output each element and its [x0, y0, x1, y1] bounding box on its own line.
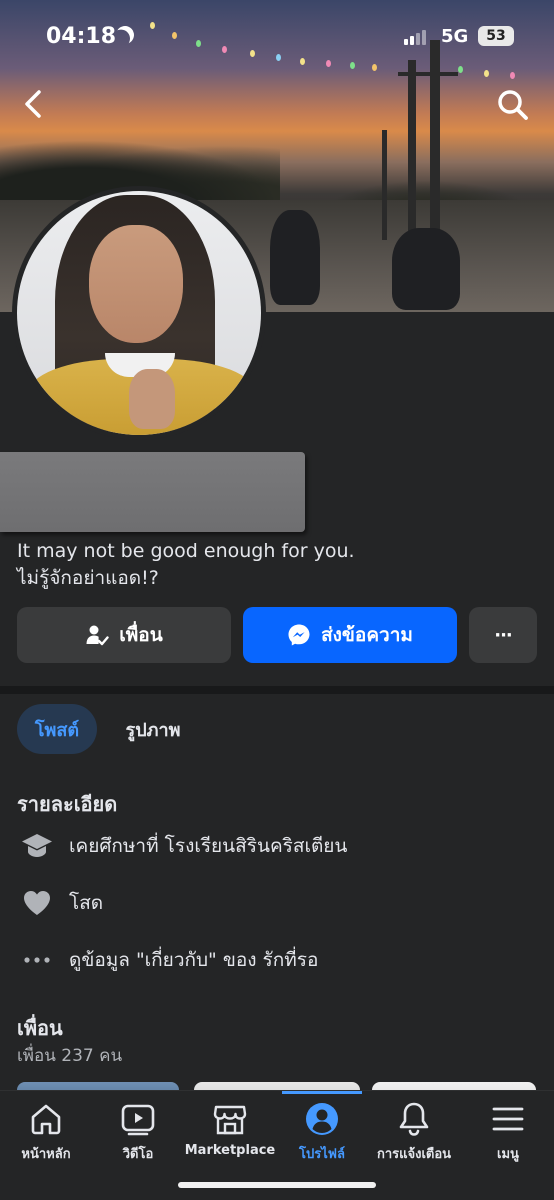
- friends-button-label: เพื่อน: [119, 624, 163, 646]
- cover-pole: [382, 130, 387, 240]
- messenger-icon: [288, 624, 310, 646]
- nav-video[interactable]: วิดีโอ: [92, 1101, 184, 1171]
- search-icon: [498, 90, 528, 120]
- message-button[interactable]: ส่งข้อความ: [243, 607, 457, 663]
- chevron-left-icon: [25, 90, 41, 118]
- detail-about-text: ดูข้อมูล "เกี่ยวกับ" ของ รักที่รอ: [69, 949, 319, 971]
- active-tab-indicator: [282, 1091, 362, 1094]
- graduation-cap-icon: [17, 826, 57, 866]
- friend-check-icon: [86, 625, 109, 646]
- menu-icon: [490, 1101, 526, 1137]
- string-light: [510, 72, 515, 79]
- nav-profile[interactable]: โปรไฟล์: [276, 1101, 368, 1171]
- status-time: 04:18: [46, 24, 117, 49]
- nav-menu-label: เมนู: [497, 1147, 519, 1162]
- bell-icon: [396, 1101, 432, 1137]
- home-icon: [28, 1101, 64, 1137]
- status-bar: 04:18 5G 53: [0, 0, 554, 70]
- detail-education-text: เคยศึกษาที่ โรงเรียนสิรินคริสเตียน: [69, 835, 348, 857]
- profile-name-redacted: [0, 452, 305, 532]
- nav-home[interactable]: หน้าหลัก: [0, 1101, 92, 1171]
- tab-photos[interactable]: รูปภาพ: [108, 704, 198, 754]
- network-type: 5G: [441, 26, 469, 47]
- nav-notifications[interactable]: การแจ้งเตือน: [368, 1101, 460, 1171]
- search-button[interactable]: [496, 88, 530, 122]
- tab-posts[interactable]: โพสต์: [17, 704, 97, 754]
- bio-line-1: It may not be good enough for you.: [17, 540, 355, 562]
- bio-line-2: ไม่รู้จักอย่าแอด!?: [17, 567, 159, 589]
- friends-count: เพื่อน 237 คน: [17, 1046, 123, 1066]
- detail-relationship-text: โสด: [69, 892, 104, 914]
- motorcycle: [392, 228, 460, 310]
- section-divider: [0, 686, 554, 694]
- profile-avatar[interactable]: [12, 186, 266, 440]
- nav-video-label: วิดีโอ: [122, 1147, 154, 1162]
- home-indicator[interactable]: [178, 1182, 376, 1188]
- nav-notifications-label: การแจ้งเตือน: [376, 1147, 452, 1162]
- signal-icon: [404, 30, 426, 45]
- detail-education[interactable]: เคยศึกษาที่ โรงเรียนสิรินคริสเตียน: [17, 826, 347, 866]
- nav-home-label: หน้าหลัก: [21, 1147, 71, 1162]
- marketplace-icon: [212, 1101, 248, 1137]
- message-button-label: ส่งข้อความ: [321, 624, 413, 646]
- nav-profile-label: โปรไฟล์: [299, 1147, 345, 1162]
- nav-menu[interactable]: เมนู: [462, 1101, 554, 1171]
- cover-pole: [408, 60, 416, 240]
- motorcycle: [270, 210, 320, 305]
- nav-marketplace[interactable]: Marketplace: [184, 1101, 276, 1171]
- nav-marketplace-label: Marketplace: [184, 1143, 276, 1158]
- friends-title: เพื่อน: [17, 1016, 63, 1040]
- details-title: รายละเอียด: [17, 792, 118, 816]
- profile-bio: It may not be good enough for you. ไม่รู…: [17, 538, 355, 592]
- avatar-photo: [17, 191, 261, 435]
- battery-icon: 53: [478, 26, 514, 46]
- moon-icon: [113, 23, 136, 46]
- cover-pole-bar: [398, 72, 458, 76]
- heart-icon: [17, 883, 57, 923]
- string-light: [484, 70, 489, 77]
- back-button[interactable]: [20, 88, 48, 120]
- more-options-button[interactable]: ···: [469, 607, 537, 663]
- detail-relationship[interactable]: โสด: [17, 883, 103, 923]
- more-dots-icon: ···: [494, 624, 512, 646]
- detail-about-link[interactable]: ดูข้อมูล "เกี่ยวกับ" ของ รักที่รอ: [17, 940, 318, 980]
- friends-button[interactable]: เพื่อน: [17, 607, 231, 663]
- profile-icon: [304, 1101, 340, 1137]
- more-dots-icon: [17, 940, 57, 980]
- video-icon: [120, 1101, 156, 1137]
